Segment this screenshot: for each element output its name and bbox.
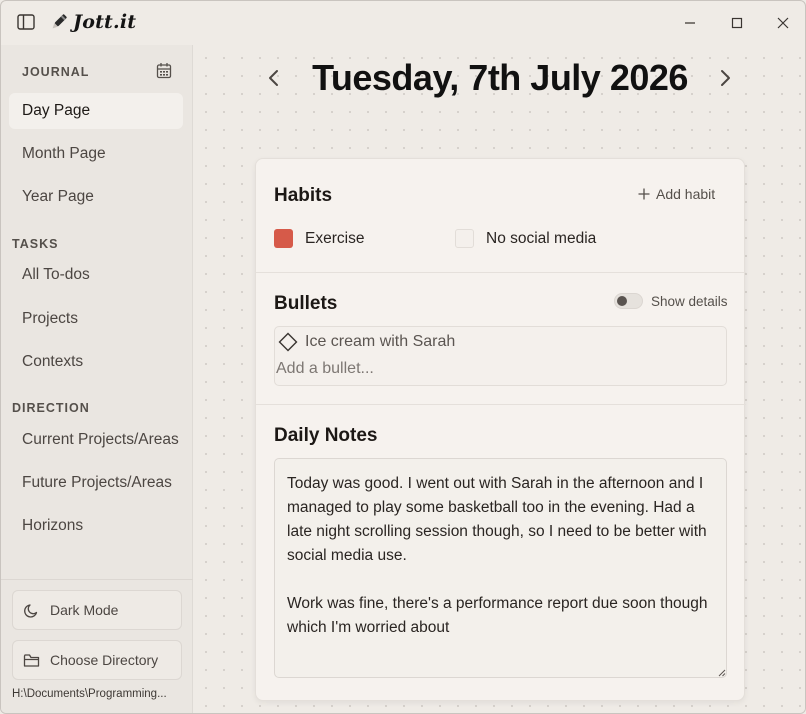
bullets-list: Ice cream with Sarah <box>274 326 727 386</box>
add-bullet-input[interactable] <box>276 360 716 378</box>
daily-notes-textarea[interactable]: Today was good. I went out with Sarah in… <box>274 458 727 678</box>
sidebar-item-all-todos[interactable]: All To-dos <box>9 257 183 293</box>
moon-icon <box>24 603 38 618</box>
daily-notes-heading: Daily Notes <box>274 425 378 446</box>
sidebar: JOURNAL Day Page Month Page Year Page TA… <box>1 45 193 713</box>
habit-label: No social media <box>486 229 597 247</box>
choose-directory-button[interactable]: Choose Directory <box>12 640 182 680</box>
pen-icon <box>52 14 67 29</box>
sidebar-item-contexts[interactable]: Contexts <box>9 344 183 380</box>
close-icon[interactable] <box>773 13 793 33</box>
show-details-toggle[interactable]: Show details <box>614 293 728 309</box>
show-details-label: Show details <box>651 293 728 309</box>
resize-grip-icon[interactable] <box>718 669 726 677</box>
sidebar-item-month-page[interactable]: Month Page <box>9 136 183 172</box>
habit-no-social-media[interactable]: No social media <box>455 229 596 248</box>
habit-label: Exercise <box>305 229 365 247</box>
tasks-heading: TASKS <box>12 237 59 251</box>
diamond-icon[interactable] <box>277 331 299 353</box>
bullets-heading: Bullets <box>274 293 338 314</box>
bullet-item[interactable]: Ice cream with Sarah <box>277 331 455 353</box>
sidebar-item-day-page[interactable]: Day Page <box>9 93 183 129</box>
sidebar-item-future-projects[interactable]: Future Projects/Areas <box>9 465 183 501</box>
folder-icon <box>23 653 40 667</box>
section-divider <box>256 404 746 405</box>
main-content: Tuesday, 7th July 2026 Habits Add habit … <box>193 45 805 713</box>
add-habit-button[interactable]: Add habit <box>638 186 715 202</box>
direction-heading: DIRECTION <box>12 401 90 415</box>
sidebar-item-horizons[interactable]: Horizons <box>9 508 183 544</box>
next-day-arrow-icon[interactable] <box>718 68 732 88</box>
habit-exercise[interactable]: Exercise <box>274 229 364 248</box>
bullet-text: Ice cream with Sarah <box>305 333 456 350</box>
maximize-icon[interactable] <box>727 13 747 33</box>
toggle-knob <box>617 296 627 306</box>
habits-heading: Habits <box>274 185 333 206</box>
sidebar-item-year-page[interactable]: Year Page <box>9 179 183 215</box>
day-card: Habits Add habit Exercise No social medi… <box>255 158 746 701</box>
dark-mode-label: Dark Mode <box>50 602 119 618</box>
plus-icon <box>638 188 650 200</box>
add-habit-label: Add habit <box>656 186 716 202</box>
section-divider <box>256 272 746 273</box>
page-title: Tuesday, 7th July 2026 <box>312 57 688 98</box>
directory-path: H:\Documents\Programming... <box>12 688 167 700</box>
minimize-icon[interactable] <box>680 13 700 33</box>
habit-checkbox-checked[interactable] <box>274 229 293 248</box>
sidebar-item-current-projects[interactable]: Current Projects/Areas <box>9 422 183 458</box>
title-bar: Jott.it <box>1 1 805 45</box>
dark-mode-button[interactable]: Dark Mode <box>12 590 182 630</box>
calendar-icon[interactable] <box>156 62 172 79</box>
toggle-switch[interactable] <box>614 293 643 309</box>
choose-directory-label: Choose Directory <box>50 652 159 668</box>
app-logo: Jott.it <box>49 11 136 33</box>
habit-checkbox-unchecked[interactable] <box>455 229 474 248</box>
app-window: Jott.it JOURNAL Day Page Month Page Year <box>0 0 806 714</box>
sidebar-toggle-icon[interactable] <box>17 14 35 30</box>
sidebar-item-projects[interactable]: Projects <box>9 301 183 337</box>
journal-heading: JOURNAL <box>22 65 90 79</box>
app-name: Jott.it <box>73 11 137 33</box>
